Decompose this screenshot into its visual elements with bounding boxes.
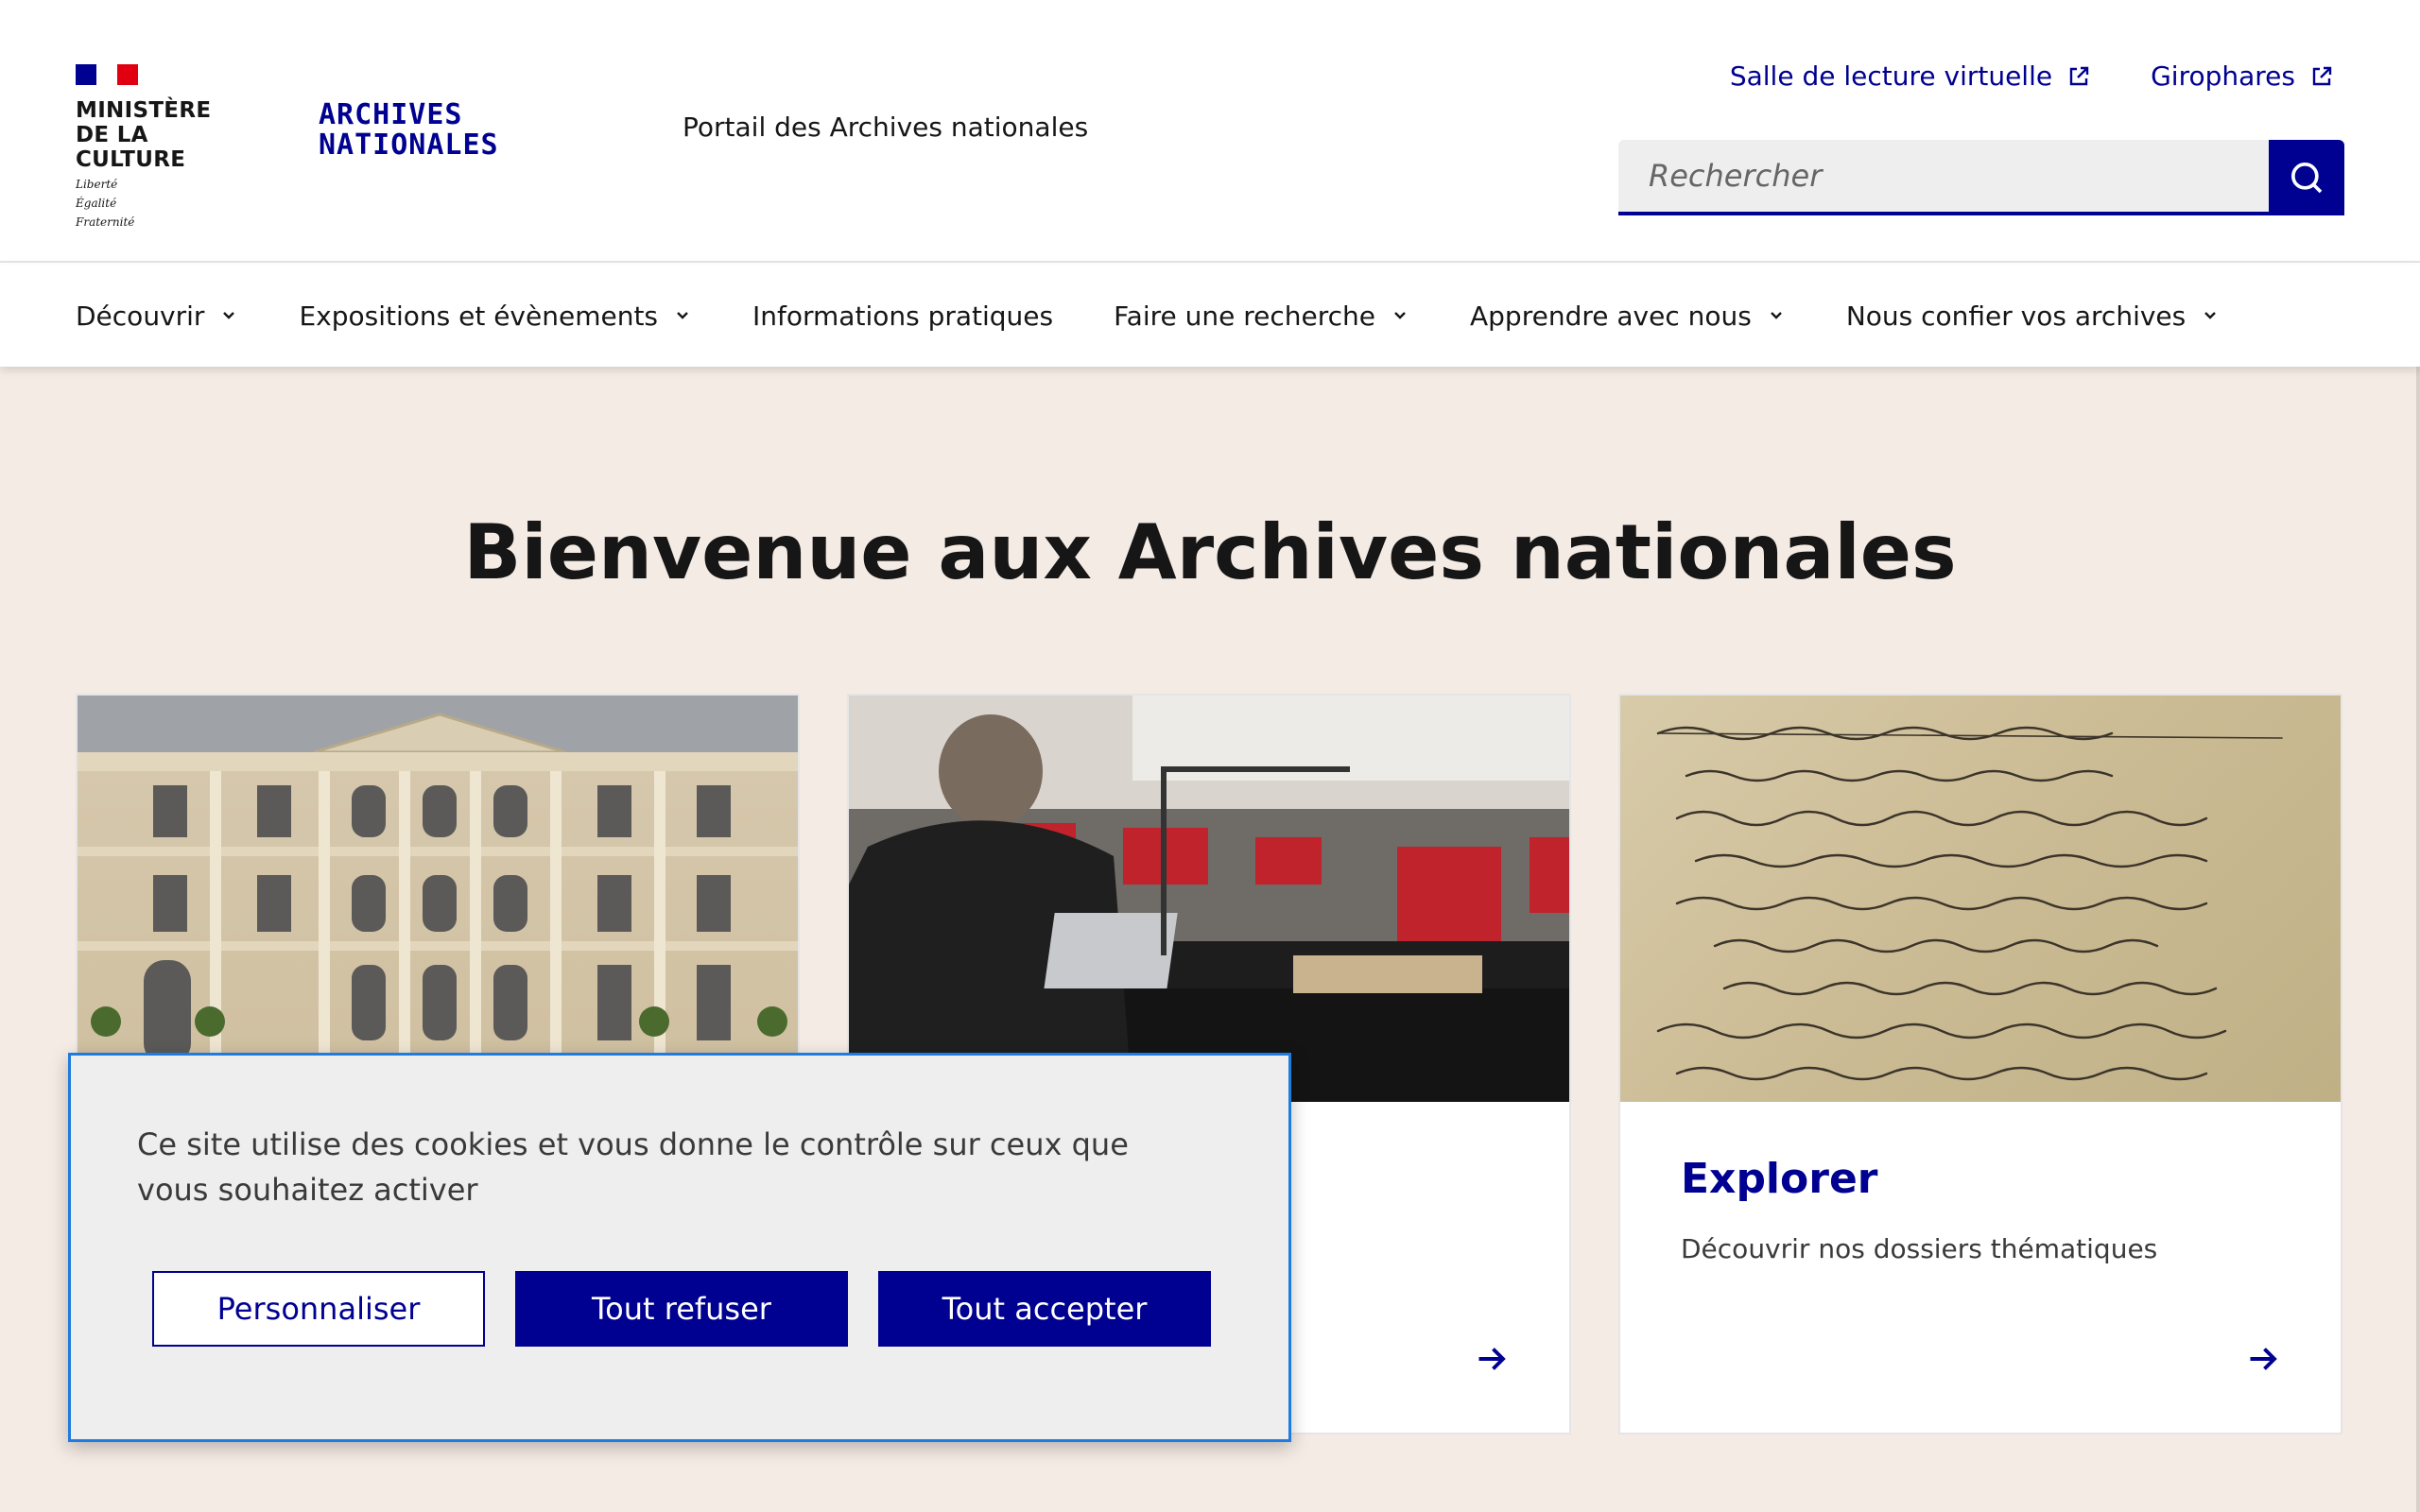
search-bar [1618, 140, 2344, 215]
logo-line1: ARCHIVES [319, 98, 463, 131]
portal-title: Portail des Archives nationales [683, 112, 1089, 143]
quick-link-label: Salle de lecture virtuelle [1729, 60, 2053, 92]
logo-line2: NATIONALES [319, 129, 499, 162]
ministry-logo[interactable]: MINISTÈRE DE LA CULTURE Liberté Égalité … [76, 64, 265, 229]
quick-link-girophares[interactable]: Girophares [2151, 60, 2333, 92]
cookie-message: Ce site utilise des cookies et vous donn… [137, 1126, 1129, 1208]
motto-liberte: Liberté [76, 178, 118, 191]
quick-link-label: Girophares [2151, 60, 2295, 92]
page-scrollbar[interactable] [2416, 367, 2420, 1512]
chevron-down-icon [2204, 312, 2217, 319]
reading-room-illustration [849, 696, 1569, 1102]
nav-item-faire-une-recherche[interactable]: Faire une recherche [1114, 301, 1409, 332]
card-image-manuscript [1620, 696, 2341, 1102]
main-navigation: Découvrir Expositions et évènements Info… [0, 265, 2420, 367]
building-illustration [78, 696, 798, 1102]
card-title: Explorer [1681, 1155, 1878, 1203]
page-title: Bienvenue aux Archives nationales [463, 508, 1957, 596]
motto-fraternite: Fraternité [76, 215, 135, 229]
archives-nationales-logo[interactable]: ARCHIVES NATIONALES [319, 100, 621, 163]
nav-item-label: Faire une recherche [1114, 300, 1375, 332]
card-explorer[interactable]: Explorer Découvrir nos dossiers thématiq… [1618, 694, 2342, 1435]
nav-item-informations-pratiques[interactable]: Informations pratiques [752, 301, 1053, 332]
card-description: Découvrir nos dossiers thématiques [1681, 1233, 2158, 1264]
chevron-down-icon [1394, 312, 1406, 319]
card-image-building [78, 696, 798, 1102]
chevron-down-icon [223, 312, 235, 319]
quick-links: Salle de lecture virtuelle Girophares [1730, 60, 2333, 92]
search-input[interactable] [1618, 140, 2269, 215]
chevron-down-icon [677, 312, 688, 319]
quick-link-salle-lecture[interactable]: Salle de lecture virtuelle [1730, 60, 2090, 92]
card-image-reading-room [849, 696, 1569, 1102]
arrow-right-icon [2250, 1348, 2277, 1370]
marianne-flag-icon [76, 64, 138, 85]
cookie-buttons: Personnaliser Tout refuser Tout accepter [152, 1271, 1211, 1347]
card-body: Explorer Découvrir nos dossiers thématiq… [1620, 1102, 2341, 1435]
nav-item-decouvrir[interactable]: Découvrir [76, 301, 238, 332]
ministry-name-line2: DE LA CULTURE [76, 123, 186, 172]
nav-item-label: Nous confier vos archives [1845, 300, 2187, 332]
nav-item-expositions[interactable]: Expositions et évènements [299, 301, 692, 332]
ministry-name-line1: MINISTÈRE [76, 98, 212, 123]
refuse-all-cookies-button[interactable]: Tout refuser [515, 1271, 848, 1347]
nav-item-label: Informations pratiques [752, 300, 1054, 332]
motto-egalite: Égalité [76, 197, 117, 210]
external-link-icon [2312, 66, 2332, 85]
nav-item-label: Expositions et évènements [299, 300, 659, 332]
accept-all-cookies-button[interactable]: Tout accepter [878, 1271, 1211, 1347]
site-header: MINISTÈRE DE LA CULTURE Liberté Égalité … [0, 0, 2420, 263]
customize-cookies-button[interactable]: Personnaliser [152, 1271, 485, 1347]
nav-item-label: Découvrir [76, 300, 205, 332]
search-icon [2291, 163, 2323, 194]
arrow-right-icon [1478, 1348, 1506, 1370]
search-button[interactable] [2269, 140, 2344, 215]
nav-item-confier-archives[interactable]: Nous confier vos archives [1846, 301, 2220, 332]
chevron-down-icon [1770, 312, 1782, 319]
cookie-consent-banner: Ce site utilise des cookies et vous donn… [68, 1053, 1291, 1442]
external-link-icon [2069, 66, 2089, 85]
manuscript-illustration [1656, 726, 2283, 1081]
nav-item-label: Apprendre avec nous [1470, 300, 1752, 332]
nav-item-apprendre[interactable]: Apprendre avec nous [1470, 301, 1786, 332]
